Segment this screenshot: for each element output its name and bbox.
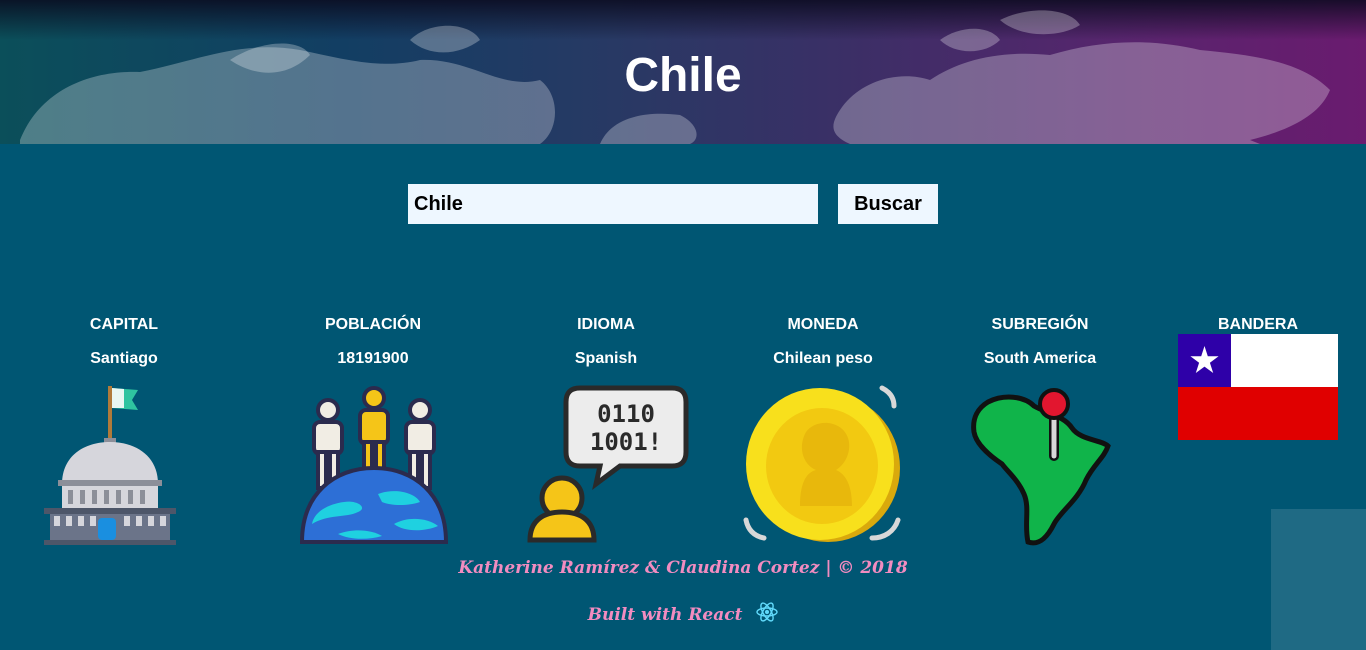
map-pin-icon (971, 388, 1111, 546)
info-value-language: Spanish (574, 350, 638, 367)
info-label-subregion: SUBREGIÓN (991, 316, 1089, 333)
info-value-capital: Santiago (90, 350, 158, 367)
info-label-capital: CAPITAL (89, 316, 159, 333)
info-capital: CAPITAL Santiago (14, 315, 234, 369)
svg-text:0110: 0110 (597, 400, 655, 428)
info-flag: BANDERA (1148, 315, 1366, 335)
info-label-population: POBLACIÓN (325, 316, 421, 333)
info-label-language: IDIOMA (577, 316, 635, 333)
info-population: POBLACIÓN 18191900 (263, 315, 483, 369)
footer-credits: Katherine Ramírez & Claudina Cortez | © … (458, 558, 908, 578)
info-value-population: 18191900 (337, 350, 409, 367)
chile-flag (1178, 334, 1338, 440)
coin-icon (743, 385, 901, 542)
info-language: IDIOMA Spanish (496, 315, 716, 369)
info-subregion: SUBREGIÓN South America (930, 315, 1150, 369)
header-banner: Chile (0, 0, 1366, 144)
footer-built-with: Built with React (0, 602, 1366, 625)
info-value-currency: Chilean peso (773, 350, 873, 367)
language-icon: 0110 1001! (527, 385, 689, 543)
country-search-input[interactable] (408, 184, 818, 224)
info-currency: MONEDA Chilean peso (713, 315, 933, 369)
page-title: Chile (624, 49, 742, 102)
search-button[interactable]: Buscar (838, 184, 938, 224)
info-value-subregion: South America (983, 350, 1097, 367)
react-logo-icon (756, 602, 779, 622)
info-label-currency: MONEDA (787, 316, 859, 333)
population-icon (299, 386, 449, 544)
built-with-label: Built with React (587, 605, 743, 625)
info-label-flag: BANDERA (1218, 316, 1298, 333)
capitol-icon (44, 386, 176, 545)
corner-overlay (1271, 509, 1366, 650)
svg-text:1001!: 1001! (590, 428, 662, 456)
